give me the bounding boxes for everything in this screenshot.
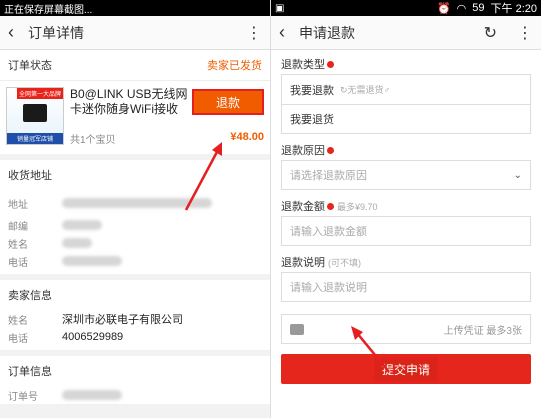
seller-name-value: 深圳市必联电子有限公司 (62, 314, 183, 326)
order-number-blurred (62, 390, 122, 400)
submit-label: 提交申请 (373, 356, 438, 382)
time: 下午 2:20 (490, 3, 537, 15)
address-label: 地址 (8, 199, 28, 211)
camera-icon (290, 323, 304, 335)
upload-text: 上传凭证 最多3张 (443, 325, 522, 337)
address-value-blurred (62, 198, 212, 208)
product-name[interactable]: B0@LINK USB无线网卡迷你随身WiFi接收发... (70, 87, 196, 117)
order-detail-screen: 正在保存屏幕截图... ‹ 订单详情 ⋮ 订单状态 卖家已发货 全网第一大品牌 … (0, 0, 270, 418)
shipping-address-section: 收货地址 地址 邮编 姓名 电话 (0, 160, 270, 274)
order-info-section: 订单信息 订单号 (0, 356, 270, 404)
seller-phone-label: 电话 (8, 333, 28, 345)
thumbnail-footer: 销量冠军店铺 (7, 133, 63, 144)
title-bar: ‹ 申请退款 ↻ ⋮ (271, 16, 541, 50)
phone-value-blurred (62, 256, 122, 266)
option-label: 我要退款 (290, 84, 334, 97)
refresh-icon[interactable]: ↻ (484, 23, 497, 43)
name-label: 姓名 (8, 239, 28, 251)
order-status-section: 订单状态 卖家已发货 全网第一大品牌 销量冠军店铺 B0@LINK USB无线网… (0, 50, 270, 154)
postcode-label: 邮编 (8, 221, 28, 233)
option-hint: ↻无需退货♂ (340, 85, 391, 95)
refund-button[interactable]: 退款 (192, 89, 264, 115)
product-card[interactable]: 全网第一大品牌 销量冠军店铺 B0@LINK USB无线网卡迷你随身WiFi接收… (0, 80, 270, 154)
product-price: ¥48.00 (230, 131, 264, 143)
description-placeholder: 请输入退款说明 (290, 282, 367, 294)
status-bar: 正在保存屏幕截图... (0, 0, 270, 16)
amount-placeholder: 请输入退款金额 (290, 226, 367, 238)
description-input[interactable]: 请输入退款说明 (281, 272, 531, 302)
seller-phone-value[interactable]: 4006529989 (62, 331, 123, 343)
required-icon (327, 60, 334, 68)
usb-dongle-image (23, 104, 47, 122)
status-bar: ▣ ⏰ ◠ 59 下午 2:20 (271, 0, 541, 16)
status-bar-text: 正在保存屏幕截图... (4, 4, 93, 16)
refund-type-option-refund[interactable]: 我要退款 ↻无需退货♂ (281, 74, 531, 104)
more-options-icon[interactable]: ⋮ (246, 23, 262, 43)
title-bar: ‹ 订单详情 ⋮ (0, 16, 270, 50)
page-title: 订单详情 (28, 24, 84, 41)
reason-select[interactable]: 请选择退款原因 ⌄ (281, 160, 531, 190)
back-arrow-icon[interactable]: ‹ (279, 22, 295, 43)
refund-type-option-return[interactable]: 我要退货 (281, 104, 531, 134)
phone-label: 电话 (8, 257, 28, 269)
order-status-value: 卖家已发货 (207, 60, 262, 72)
amount-label: 退款金额 最多¥9.70 (281, 201, 378, 213)
back-arrow-icon[interactable]: ‹ (8, 22, 24, 43)
chevron-down-icon: ⌄ (513, 169, 522, 181)
seller-info-section: 卖家信息 姓名 深圳市必联电子有限公司 电话 4006529989 (0, 280, 270, 350)
option-label: 我要退货 (290, 114, 334, 126)
battery-level: 59 (472, 2, 485, 14)
order-status-label: 订单状态 (8, 60, 52, 72)
product-thumbnail[interactable]: 全网第一大品牌 销量冠军店铺 (6, 87, 64, 145)
refund-type-label: 退款类型 (281, 54, 531, 74)
seller-heading: 卖家信息 (8, 290, 52, 302)
order-number-label: 订单号 (8, 391, 38, 403)
description-label: 退款说明 (可不填) (281, 257, 361, 269)
reason-placeholder: 请选择退款原因 (290, 170, 367, 182)
reason-label: 退款原因 (281, 140, 531, 160)
postcode-value-blurred (62, 220, 102, 230)
order-info-heading: 订单信息 (8, 366, 52, 378)
more-options-icon[interactable]: ⋮ (517, 23, 533, 43)
required-icon (327, 202, 334, 210)
name-value-blurred (62, 238, 92, 248)
shipping-heading: 收货地址 (8, 170, 52, 182)
page-title: 申请退款 (299, 24, 355, 41)
amount-hint: 最多¥9.70 (337, 201, 378, 212)
required-icon (327, 146, 334, 154)
submit-button[interactable]: 提交申请 (281, 354, 531, 384)
upload-proof-button[interactable]: 上传凭证 最多3张 (281, 314, 531, 344)
refund-form: 退款类型 我要退款 ↻无需退货♂ 我要退货 退款原因 请选择退款原因 ⌄ 退款金… (271, 50, 541, 418)
amount-input[interactable]: 请输入退款金额 (281, 216, 531, 246)
wifi-icon: ◠ (456, 2, 467, 15)
screenshot-icon: ▣ (275, 2, 285, 14)
description-hint: (可不填) (328, 257, 361, 268)
seller-name-label: 姓名 (8, 315, 28, 327)
apply-refund-screen: ▣ ⏰ ◠ 59 下午 2:20 ‹ 申请退款 ↻ ⋮ 退款类型 我要退款 ↻无… (271, 0, 541, 418)
alarm-icon: ⏰ (436, 2, 451, 15)
thumbnail-tag: 全网第一大品牌 (16, 88, 63, 99)
